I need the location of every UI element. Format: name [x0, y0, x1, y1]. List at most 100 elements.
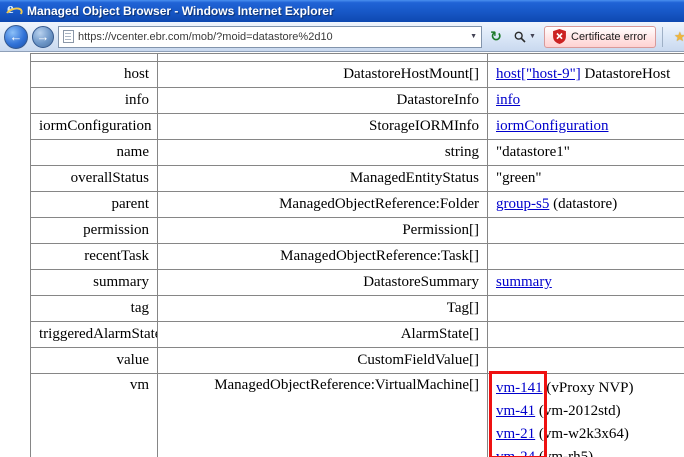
property-type: StorageIORMInfo	[158, 114, 488, 140]
property-name: iormConfiguration	[31, 114, 158, 140]
table-row: overallStatus ManagedEntityStatus "green…	[31, 166, 684, 192]
refresh-icon: ↻	[490, 29, 502, 45]
property-value	[488, 218, 684, 244]
forward-button[interactable]: →	[32, 26, 54, 48]
value-link[interactable]: iormConfiguration	[496, 118, 609, 134]
back-arrow-icon: ←	[10, 29, 23, 44]
table-row: info DatastoreInfo info	[31, 88, 684, 114]
favorites-star-icon: ★	[674, 29, 684, 45]
property-name: name	[31, 140, 158, 166]
vm-list-item: vm-24 (vm-rh5)	[496, 446, 684, 457]
table-row: parent ManagedObjectReference:Folder gro…	[31, 192, 684, 218]
property-type: ManagedObjectReference:Folder	[158, 192, 488, 218]
property-name: tag	[31, 296, 158, 322]
value-text: "datastore1"	[496, 144, 570, 160]
property-value: host["host-9"] DatastoreHost	[488, 62, 684, 88]
search-icon	[514, 31, 526, 43]
vm-list-item: vm-141 (vProxy NVP)	[496, 377, 684, 400]
ie-logo-icon: e	[5, 3, 21, 19]
table-row: recentTask ManagedObjectReference:Task[]	[31, 244, 684, 270]
property-value	[488, 244, 684, 270]
property-name: overallStatus	[31, 166, 158, 192]
property-value: summary	[488, 270, 684, 296]
certificate-error-label: Certificate error	[571, 31, 647, 43]
table-row-vm: vm ManagedObjectReference:VirtualMachine…	[31, 374, 684, 457]
favorites-button[interactable]: ★	[669, 26, 684, 48]
table-row-partial	[31, 54, 684, 62]
page-content: host DatastoreHostMount[] host["host-9"]…	[0, 52, 684, 457]
property-value: info	[488, 88, 684, 114]
property-value: iormConfiguration	[488, 114, 684, 140]
forward-arrow-icon: →	[37, 29, 50, 44]
back-button[interactable]: ←	[4, 25, 28, 49]
table-row: name string "datastore1"	[31, 140, 684, 166]
window-title: Managed Object Browser - Windows Interne…	[27, 4, 334, 18]
property-type: ManagedObjectReference:Task[]	[158, 244, 488, 270]
table-row: host DatastoreHostMount[] host["host-9"]…	[31, 62, 684, 88]
property-value	[488, 348, 684, 374]
value-text: DatastoreHost	[581, 66, 671, 82]
certificate-error-badge[interactable]: Certificate error	[544, 26, 656, 48]
vm-label: (vm-rh5)	[535, 449, 593, 457]
refresh-button[interactable]: ↻	[486, 26, 506, 48]
property-type: Tag[]	[158, 296, 488, 322]
property-type: CustomFieldValue[]	[158, 348, 488, 374]
toolbar-separator	[662, 27, 663, 47]
certificate-error-icon	[553, 29, 566, 44]
property-type: DatastoreSummary	[158, 270, 488, 296]
vm-link[interactable]: vm-41	[496, 403, 535, 419]
search-dropdown-icon: ▼	[529, 33, 536, 40]
property-name: value	[31, 348, 158, 374]
property-name: recentTask	[31, 244, 158, 270]
property-type: string	[158, 140, 488, 166]
property-value: group-s5 (datastore)	[488, 192, 684, 218]
property-value: "datastore1"	[488, 140, 684, 166]
vm-link[interactable]: vm-24	[496, 449, 535, 457]
value-text: (datastore)	[549, 196, 617, 212]
table-row: permission Permission[]	[31, 218, 684, 244]
value-link[interactable]: info	[496, 92, 520, 108]
value-link[interactable]: summary	[496, 274, 552, 290]
property-value	[488, 296, 684, 322]
value-link[interactable]: host["host-9"]	[496, 66, 581, 82]
vm-label: (vm-2012std)	[535, 403, 620, 419]
property-value: "green"	[488, 166, 684, 192]
vm-link[interactable]: vm-21	[496, 426, 535, 442]
property-type: ManagedEntityStatus	[158, 166, 488, 192]
property-name: vm	[31, 374, 158, 457]
table-row: tag Tag[]	[31, 296, 684, 322]
property-name: parent	[31, 192, 158, 218]
address-toolbar: ← → ▼ ↻ ▼ Certificate error	[0, 22, 684, 52]
property-name: host	[31, 62, 158, 88]
vm-label: (vm-w2k3x64)	[535, 426, 629, 442]
browser-window: e Managed Object Browser - Windows Inter…	[0, 0, 684, 457]
vm-list-item: vm-21 (vm-w2k3x64)	[496, 423, 684, 446]
value-text: "green"	[496, 170, 542, 186]
property-type: Permission[]	[158, 218, 488, 244]
address-input[interactable]	[78, 31, 466, 43]
mob-property-table: host DatastoreHostMount[] host["host-9"]…	[30, 53, 684, 457]
table-row: iormConfiguration StorageIORMInfo iormCo…	[31, 114, 684, 140]
property-type: ManagedObjectReference:VirtualMachine[]	[158, 374, 488, 457]
search-button[interactable]: ▼	[510, 26, 540, 48]
property-name: triggeredAlarmState	[31, 322, 158, 348]
vm-list-item: vm-41 (vm-2012std)	[496, 400, 684, 423]
vm-label: (vProxy NVP)	[543, 380, 634, 396]
address-bar[interactable]: ▼	[58, 26, 482, 48]
table-row: triggeredAlarmState AlarmState[]	[31, 322, 684, 348]
property-value	[488, 322, 684, 348]
table-row: value CustomFieldValue[]	[31, 348, 684, 374]
title-bar: e Managed Object Browser - Windows Inter…	[0, 0, 684, 22]
vm-link[interactable]: vm-141	[496, 380, 543, 396]
property-name: summary	[31, 270, 158, 296]
page-icon	[63, 30, 74, 43]
property-value: vm-141 (vProxy NVP) vm-41 (vm-2012std) v…	[488, 374, 684, 457]
property-type: AlarmState[]	[158, 322, 488, 348]
property-name: info	[31, 88, 158, 114]
table-row: summary DatastoreSummary summary	[31, 270, 684, 296]
property-name: permission	[31, 218, 158, 244]
property-type: DatastoreInfo	[158, 88, 488, 114]
property-type: DatastoreHostMount[]	[158, 62, 488, 88]
value-link[interactable]: group-s5	[496, 196, 549, 212]
address-dropdown-icon[interactable]: ▼	[470, 33, 477, 40]
